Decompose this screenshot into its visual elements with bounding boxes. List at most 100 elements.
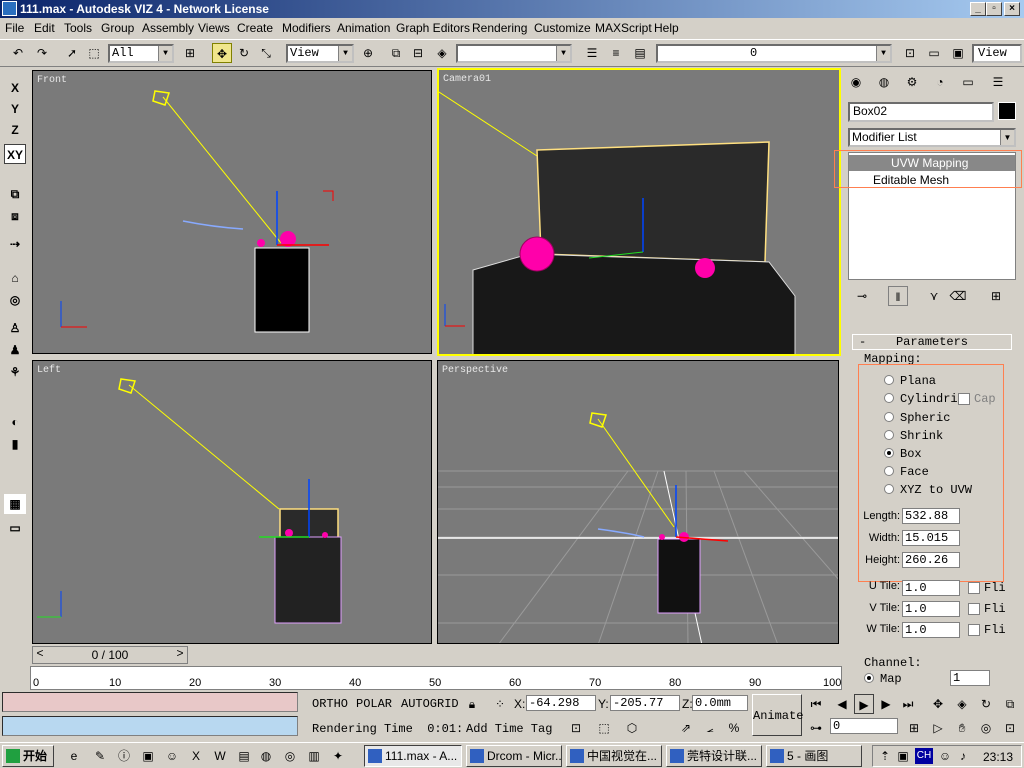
u-flip-checkbox[interactable]	[968, 582, 980, 594]
quicklaunch-icon-2[interactable]: ✎	[90, 746, 110, 766]
time-slider[interactable]: 0 / 100	[32, 646, 188, 664]
maximize-button[interactable]: ▫	[986, 2, 1002, 16]
menu-edit[interactable]: Edit	[34, 21, 55, 35]
y-coordinate-field[interactable]: -205.77	[610, 695, 680, 711]
object-name-field[interactable]: Box02	[848, 102, 994, 122]
task-china-vision[interactable]: 中国视觉在...	[566, 745, 662, 767]
layer-combo[interactable]: 0 ▼	[656, 44, 892, 63]
key-mode-icon[interactable]: ⊶	[806, 718, 826, 738]
menu-animation[interactable]: Animation	[337, 21, 390, 35]
walk-icon[interactable]: ♙	[4, 318, 26, 338]
quicklaunch-icon-12[interactable]: ✦	[328, 746, 348, 766]
viewport-front[interactable]: Front	[32, 70, 432, 354]
bind-space-warp-icon[interactable]: ⇢	[4, 234, 26, 254]
pin-stack-icon[interactable]: ⊸	[852, 286, 872, 306]
menu-customize[interactable]: Customize	[534, 21, 591, 35]
prev-frame-icon[interactable]: ◀	[832, 694, 852, 714]
viewport-perspective[interactable]: Perspective	[437, 360, 839, 644]
pivot-icon[interactable]: ⊕	[358, 43, 378, 63]
z-coordinate-field[interactable]: 0.0mm	[692, 695, 748, 711]
word-icon[interactable]: W	[210, 746, 230, 766]
degradation-icon[interactable]: ⬡	[622, 718, 642, 738]
maximize-viewport-icon[interactable]: ⊡	[1000, 718, 1020, 738]
maxscript-listener-white[interactable]	[2, 716, 298, 736]
quicklaunch-icon-8[interactable]: ▤	[234, 746, 254, 766]
unlink-icon[interactable]: ⧈	[4, 206, 26, 226]
undo-icon[interactable]: ↶	[8, 43, 28, 63]
display-tab-icon[interactable]: ▭	[958, 72, 978, 92]
menu-help[interactable]: Help	[654, 21, 679, 35]
task-3dsmax[interactable]: 111.max - A...	[364, 745, 462, 767]
remove-modifier-icon[interactable]: ⌫	[948, 286, 968, 306]
absolute-mode-icon[interactable]: ⁘	[490, 694, 510, 714]
min-max-toggle-icon[interactable]: ⧉	[1000, 694, 1020, 714]
wtile-spinner[interactable]: 1.0	[902, 622, 960, 638]
crossing-icon[interactable]: ⬚	[594, 718, 614, 738]
start-button[interactable]: 开始	[2, 745, 54, 767]
channel-map-radio[interactable]: Map	[864, 672, 902, 686]
channel-spinner[interactable]: 1	[950, 670, 990, 686]
menu-views[interactable]: Views	[198, 21, 230, 35]
fov-icon[interactable]: ▷	[928, 718, 948, 738]
hierarchy-tool-icon[interactable]: ⚘	[4, 362, 26, 382]
menu-create[interactable]: Create	[237, 21, 273, 35]
task-drcom[interactable]: Drcom - Micr...	[466, 745, 562, 767]
selection-lock-icon[interactable]: ⊡	[566, 718, 586, 738]
circle-tool-icon[interactable]: ◎	[4, 290, 26, 310]
show-end-result-icon[interactable]: ‖	[888, 286, 908, 306]
hand-pan-icon[interactable]: ✋︎	[952, 718, 972, 738]
reference-coordinate-combo[interactable]: View ▼	[286, 44, 354, 63]
orbit-icon[interactable]: ◎	[976, 718, 996, 738]
scale-icon[interactable]: ⤡	[256, 43, 276, 63]
quicklaunch-icon-9[interactable]: ◍	[256, 746, 276, 766]
menu-rendering[interactable]: Rendering	[472, 21, 527, 35]
mirror-icon[interactable]: ⧉	[386, 43, 406, 63]
x-coordinate-field[interactable]: -64.298	[526, 695, 596, 711]
layer-props-icon[interactable]: ▤	[630, 43, 650, 63]
render-scene-icon[interactable]: ⊡	[900, 43, 920, 63]
maxscript-listener-pink[interactable]	[2, 692, 298, 712]
ortho-toggle[interactable]: ORTHO	[312, 697, 348, 711]
track-bar[interactable]: 0 10 20 30 40 50 60 70 80 90 100	[30, 666, 842, 690]
polar-toggle[interactable]: POLAR	[356, 697, 392, 711]
goto-end-icon[interactable]: ⏭	[898, 694, 918, 714]
qq-icon[interactable]: ☺	[162, 746, 182, 766]
w-flip-checkbox[interactable]	[968, 624, 980, 636]
quicklaunch-icon-10[interactable]: ◎	[280, 746, 300, 766]
menu-assembly[interactable]: Assembly	[142, 21, 194, 35]
excel-icon[interactable]: X	[186, 746, 206, 766]
network-icon[interactable]: ⇡	[875, 746, 895, 766]
animate-button[interactable]: Animate	[752, 694, 803, 736]
camera-icon[interactable]: ⌂	[4, 268, 26, 288]
hierarchy-tab-icon[interactable]: ⚙	[902, 72, 922, 92]
ime-indicator[interactable]: CH	[915, 748, 933, 764]
axis-xy-button[interactable]: XY	[4, 144, 26, 164]
layer-manager-icon[interactable]: ☰	[582, 43, 602, 63]
quick-render-icon[interactable]: ▭	[924, 43, 944, 63]
menu-graph-editors[interactable]: Graph Editors	[396, 21, 470, 35]
arc-rotate-icon[interactable]: ↻	[976, 694, 996, 714]
display-icon[interactable]: ▮	[4, 434, 26, 454]
render-view-combo[interactable]: View	[972, 44, 1022, 63]
task-paint[interactable]: 5 - 画图	[766, 745, 862, 767]
utilities-tab-icon[interactable]: ☰	[988, 72, 1008, 92]
angle-snap-icon[interactable]: ⦟	[700, 718, 720, 738]
panel-icon[interactable]: ▭	[4, 518, 26, 538]
add-time-tag-button[interactable]: Add Time Tag	[466, 722, 552, 736]
make-unique-icon[interactable]: ⋎	[924, 286, 944, 306]
snap-icon[interactable]: ◈	[432, 43, 452, 63]
link-icon[interactable]: ⧉	[4, 184, 26, 204]
task-design-union[interactable]: 莞特设计联...	[666, 745, 762, 767]
create-tab-icon[interactable]: ◉	[846, 72, 866, 92]
menu-modifiers[interactable]: Modifiers	[282, 21, 331, 35]
pan-icon[interactable]: ✥	[928, 694, 948, 714]
select-region-icon[interactable]: ⬚	[84, 43, 104, 63]
viewport-camera[interactable]: Camera01	[437, 68, 841, 356]
named-selection-combo[interactable]: ▼	[456, 44, 572, 63]
menu-tools[interactable]: Tools	[64, 21, 92, 35]
goto-start-icon[interactable]: ⏮	[806, 694, 826, 714]
ie-icon[interactable]: e	[64, 746, 84, 766]
menu-maxscript[interactable]: MAXScript	[595, 21, 652, 35]
tray-icon-2[interactable]: ▣	[893, 746, 913, 766]
vtile-spinner[interactable]: 1.0	[902, 601, 960, 617]
